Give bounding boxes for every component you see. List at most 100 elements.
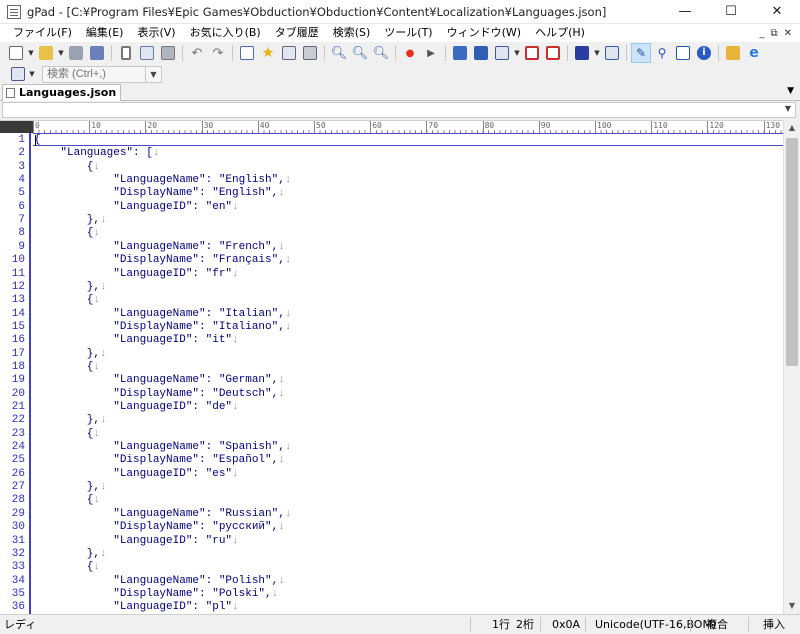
- new-file-icon: [9, 46, 23, 60]
- open-file-dropdown-icon[interactable]: ▼: [57, 49, 65, 57]
- minimize-button[interactable]: —: [662, 0, 708, 24]
- toolbar-separator: [324, 45, 325, 61]
- line-number: 36: [11, 601, 25, 614]
- status-column: 2桁: [516, 618, 534, 631]
- search-input[interactable]: [42, 65, 146, 83]
- line-number: 31: [11, 534, 25, 547]
- tile-icon: [495, 46, 509, 60]
- print-preview-button[interactable]: [279, 43, 299, 63]
- mdi-close-button[interactable]: ✕: [784, 28, 792, 39]
- save-all-button[interactable]: [87, 43, 107, 63]
- code-line: {↓: [34, 428, 100, 440]
- cut-button[interactable]: [116, 43, 136, 63]
- menu-tab-history[interactable]: タブ履歴: [268, 24, 326, 42]
- find-next-button[interactable]: 🔍︎: [350, 43, 370, 63]
- search-tool-button[interactable]: [8, 64, 28, 84]
- scroll-up-arrow[interactable]: ▲: [784, 120, 800, 136]
- color-scheme-button[interactable]: [572, 43, 592, 63]
- line-number: 21: [11, 401, 25, 413]
- text-editor[interactable]: 1 2 3 4 5 6 7 8 9 10 11 12 13 14 15 16 17 18 19 20 21 22 23 24 2…: [0, 133, 783, 614]
- layout-dropdown-icon[interactable]: ▼: [513, 49, 521, 57]
- search-tool-dropdown-icon[interactable]: ▼: [28, 70, 36, 78]
- code-text: "LanguageID": "it": [34, 334, 233, 347]
- window-button[interactable]: [673, 43, 693, 63]
- favorites-button[interactable]: ★: [258, 43, 278, 63]
- vertical-scrollbar[interactable]: ▲ ▼: [783, 120, 800, 614]
- paste-button[interactable]: [158, 43, 178, 63]
- menu-search[interactable]: 検索(S): [326, 24, 378, 42]
- close-button[interactable]: ✕: [754, 0, 800, 24]
- menu-view[interactable]: 表示(V): [130, 24, 182, 42]
- status-line: 1行: [492, 618, 510, 631]
- open-folder-icon: [39, 46, 53, 60]
- code-line: "LanguageID": "en"↓: [34, 201, 238, 213]
- settings-button[interactable]: [602, 43, 622, 63]
- newline-mark: ↓: [278, 574, 285, 587]
- line-number: 6: [18, 200, 25, 213]
- newline-mark: ↓: [278, 187, 285, 200]
- code-text: "LanguageID": "de": [34, 401, 233, 413]
- line-number: 16: [11, 334, 25, 347]
- ruler-label: 60: [370, 121, 382, 133]
- tab-bar: Languages.json ▼: [0, 84, 800, 101]
- print-button[interactable]: [300, 43, 320, 63]
- open-folder-button[interactable]: [237, 43, 257, 63]
- pin-button[interactable]: ⚲: [652, 43, 672, 63]
- layout-button-2[interactable]: [471, 43, 491, 63]
- menu-favorites[interactable]: お気に入り(B): [183, 24, 268, 42]
- newline-mark: ↓: [93, 561, 101, 574]
- layout-button-5[interactable]: [543, 43, 563, 63]
- maximize-button[interactable]: ☐: [708, 0, 754, 24]
- copy-button[interactable]: [137, 43, 157, 63]
- line-number: 35: [11, 587, 25, 600]
- search-history-dropdown[interactable]: ▼: [146, 65, 162, 83]
- newline-mark: ↓: [278, 454, 285, 467]
- explorer-button[interactable]: [723, 43, 743, 63]
- newline-mark: ↓: [278, 521, 285, 534]
- new-file-dropdown-icon[interactable]: ▼: [27, 49, 35, 57]
- newline-mark: ↓: [100, 414, 107, 427]
- edit-mode-button[interactable]: ✎: [631, 43, 651, 63]
- menu-window[interactable]: ウィンドウ(W): [440, 24, 528, 42]
- info-button[interactable]: i: [694, 43, 714, 63]
- status-linefeed[interactable]: 複合: [706, 615, 728, 634]
- menu-help[interactable]: ヘルプ(H): [528, 24, 592, 42]
- layout-button-3[interactable]: [492, 43, 512, 63]
- replace-button[interactable]: 🔍︎: [371, 43, 391, 63]
- tab-languages-json[interactable]: Languages.json: [2, 84, 122, 101]
- color-scheme-dropdown-icon[interactable]: ▼: [593, 49, 601, 57]
- redo-button[interactable]: ↷: [208, 43, 228, 63]
- undo-button[interactable]: ↶: [187, 43, 207, 63]
- function-list-combo[interactable]: ▼: [2, 102, 796, 118]
- find-button[interactable]: 🔍︎: [329, 43, 349, 63]
- menu-file[interactable]: ファイル(F): [6, 24, 79, 42]
- scroll-down-arrow[interactable]: ▼: [784, 598, 800, 614]
- save-button[interactable]: [66, 43, 86, 63]
- browser-button[interactable]: e: [744, 43, 764, 63]
- layout-button-4[interactable]: [522, 43, 542, 63]
- search-bar: ▼ ▼: [0, 64, 800, 84]
- new-file-button[interactable]: [6, 43, 26, 63]
- record-macro-button[interactable]: ●: [400, 43, 420, 63]
- menu-edit[interactable]: 編集(E): [79, 24, 131, 42]
- open-file-button[interactable]: [36, 43, 56, 63]
- code-text: "DisplayName": "Français",: [34, 254, 285, 267]
- save-icon: [69, 46, 83, 60]
- tab-list-dropdown[interactable]: ▼: [787, 86, 794, 96]
- mdi-minimize-button[interactable]: _: [759, 28, 764, 39]
- newline-mark: ↓: [100, 547, 107, 560]
- code-line: "LanguageID": "es"↓: [34, 468, 238, 480]
- line-number: 7: [18, 214, 25, 227]
- menu-tools[interactable]: ツール(T): [377, 24, 439, 42]
- status-divider: [748, 617, 749, 632]
- play-macro-button[interactable]: ▶: [421, 43, 441, 63]
- code-text: {: [34, 294, 94, 307]
- notepad-app-icon: [7, 4, 21, 19]
- status-encoding[interactable]: Unicode(UTF-16,BOM): [595, 615, 716, 634]
- layout-button-1[interactable]: [450, 43, 470, 63]
- scrollbar-thumb[interactable]: [786, 138, 798, 366]
- code-line: "LanguageName": "French",↓: [34, 241, 285, 253]
- find-next-icon: 🔍︎: [351, 45, 369, 61]
- pin-icon: ⚲: [657, 46, 667, 60]
- mdi-restore-button[interactable]: ⧉: [770, 28, 777, 39]
